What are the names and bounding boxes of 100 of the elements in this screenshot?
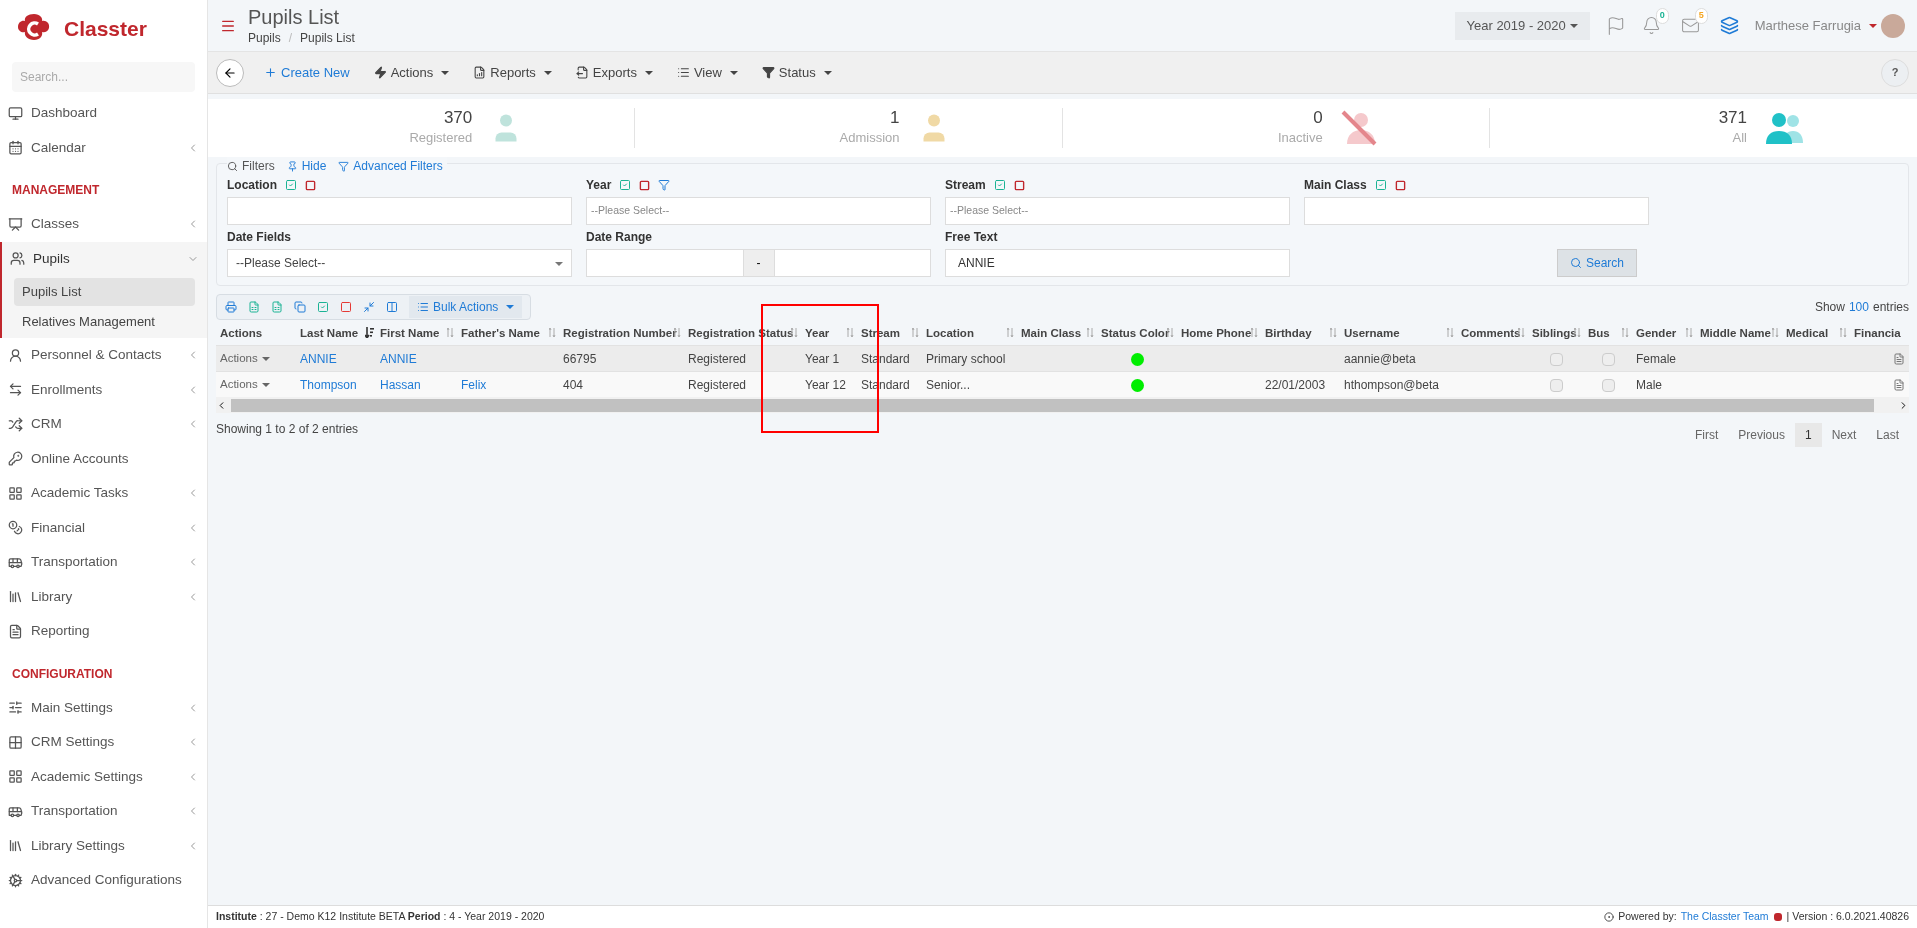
- sidebar-item[interactable]: Reporting: [0, 614, 207, 649]
- column-header[interactable]: Status Color: [1101, 324, 1170, 343]
- spreadsheet-icon[interactable]: [248, 301, 260, 313]
- text-field[interactable]: [1304, 197, 1649, 225]
- name-link[interactable]: ANNIE: [300, 351, 337, 366]
- clear-toggle-icon[interactable]: [1013, 179, 1025, 191]
- breadcrumb-link[interactable]: Pupils List: [300, 28, 355, 47]
- pagination-link[interactable]: First: [1684, 423, 1729, 447]
- name-link[interactable]: Hassan: [380, 377, 421, 392]
- pagination-link[interactable]: Last: [1866, 423, 1909, 447]
- date-to-field[interactable]: [773, 249, 931, 277]
- sidebar-item[interactable]: Academic Tasks: [0, 476, 207, 511]
- sidebar-item[interactable]: Personnel & Contacts: [0, 338, 207, 373]
- document-icon[interactable]: [1893, 353, 1905, 366]
- pagination-link[interactable]: Next: [1821, 423, 1867, 447]
- print-icon[interactable]: [225, 301, 237, 313]
- checkbox[interactable]: [1549, 378, 1563, 392]
- back-button[interactable]: [216, 58, 244, 87]
- document-icon[interactable]: [1893, 379, 1905, 392]
- column-header[interactable]: Registration Number: [563, 324, 677, 343]
- checkbox[interactable]: [1601, 378, 1615, 392]
- sidebar-item[interactable]: CRM Settings: [0, 725, 207, 760]
- column-header[interactable]: Medical: [1786, 324, 1829, 343]
- name-link[interactable]: ANNIE: [380, 351, 417, 366]
- breadcrumb-link[interactable]: Pupils: [248, 28, 281, 47]
- column-header[interactable]: Main Class: [1021, 324, 1082, 343]
- toolbar-button[interactable]: Exports: [563, 62, 665, 83]
- bulk-actions-button[interactable]: Bulk Actions: [409, 296, 523, 318]
- column-header[interactable]: Location: [926, 324, 974, 343]
- toolbar-button[interactable]: Actions: [361, 62, 462, 83]
- column-header[interactable]: First Name: [380, 324, 440, 343]
- sidebar-item[interactable]: Advanced Configurations: [0, 863, 207, 898]
- check-toggle-icon[interactable]: [285, 179, 297, 191]
- select-field[interactable]: --Please Select--: [945, 197, 1290, 225]
- column-header[interactable]: Username: [1344, 324, 1400, 343]
- toolbar-button[interactable]: Status: [749, 62, 844, 83]
- layers-plus-icon[interactable]: [1719, 16, 1739, 35]
- funnel-icon[interactable]: [658, 179, 671, 191]
- sidebar-item[interactable]: Dashboard: [0, 96, 207, 131]
- sidebar-item[interactable]: Pupils: [2, 241, 207, 276]
- clear-toggle-icon[interactable]: [1394, 179, 1406, 191]
- text-field[interactable]: [227, 197, 572, 225]
- name-link[interactable]: Thompson: [300, 377, 357, 392]
- check-toggle-icon[interactable]: [619, 179, 632, 191]
- page-size-select[interactable]: 100: [1848, 298, 1869, 316]
- search-field[interactable]: Search...: [12, 62, 195, 92]
- checkbox[interactable]: [1601, 352, 1615, 366]
- square-icon[interactable]: [340, 301, 352, 313]
- toolbar-button[interactable]: Reports: [461, 62, 564, 83]
- sidebar-item[interactable]: Academic Settings: [0, 759, 207, 794]
- sidebar-item[interactable]: Online Accounts: [0, 441, 207, 476]
- avatar[interactable]: [1881, 13, 1905, 38]
- sidebar-item[interactable]: Main Settings: [0, 690, 207, 725]
- sidebar-item[interactable]: Library: [0, 579, 207, 614]
- clear-toggle-icon[interactable]: [305, 179, 316, 191]
- sidebar-item[interactable]: CRM: [0, 407, 207, 442]
- text-field[interactable]: ANNIE: [945, 249, 1290, 277]
- help-button[interactable]: ?: [1881, 58, 1909, 87]
- filter-link[interactable]: Advanced Filters: [338, 157, 443, 175]
- column-header[interactable]: Financia: [1854, 324, 1901, 343]
- column-header[interactable]: Year: [805, 324, 830, 343]
- sidebar-item[interactable]: Transportation: [0, 794, 207, 829]
- columns-icon[interactable]: [386, 301, 398, 313]
- compress-icon[interactable]: [363, 301, 375, 313]
- name-link[interactable]: Felix: [461, 377, 487, 392]
- date-from-field[interactable]: [586, 249, 744, 277]
- copy-icon[interactable]: [294, 301, 306, 313]
- toolbar-button[interactable]: View: [664, 62, 750, 83]
- mail-icon[interactable]: [1680, 16, 1700, 35]
- pagination-link[interactable]: 1: [1794, 423, 1822, 447]
- sidebar-item[interactable]: Calendar: [0, 130, 207, 165]
- column-header[interactable]: Father's Name: [461, 324, 540, 343]
- spreadsheet-icon[interactable]: [271, 301, 283, 313]
- column-header[interactable]: Middle Name: [1700, 324, 1771, 343]
- filter-link[interactable]: Hide: [286, 157, 327, 175]
- team-link[interactable]: The Classter Team: [1680, 909, 1769, 925]
- dropdown-field[interactable]: --Please Select--: [227, 249, 572, 277]
- column-header[interactable]: Bus: [1588, 324, 1610, 343]
- bell-icon[interactable]: [1641, 16, 1661, 35]
- toolbar-button[interactable]: Create New: [252, 62, 362, 83]
- column-header[interactable]: Actions: [220, 324, 263, 343]
- horizontal-scrollbar[interactable]: [216, 397, 1909, 413]
- sort-icon[interactable]: [365, 327, 374, 338]
- row-actions-button[interactable]: Actions: [220, 352, 270, 365]
- column-header[interactable]: Siblings: [1532, 324, 1577, 343]
- sidebar-item[interactable]: Enrollments: [0, 372, 207, 407]
- check-toggle-icon[interactable]: [993, 179, 1006, 191]
- pagination-link[interactable]: Previous: [1728, 423, 1795, 447]
- column-header[interactable]: Gender: [1636, 324, 1677, 343]
- check-square-icon[interactable]: [317, 301, 329, 313]
- sidebar-subitem[interactable]: Pupils List: [14, 278, 195, 306]
- row-actions-button[interactable]: Actions: [220, 378, 270, 391]
- sidebar-item[interactable]: Financial: [0, 510, 207, 545]
- sidebar-item[interactable]: Transportation: [0, 545, 207, 580]
- column-header[interactable]: Comments: [1461, 324, 1521, 343]
- year-selector[interactable]: Year 2019 - 2020: [1454, 11, 1590, 40]
- sidebar-item[interactable]: Library Settings: [0, 828, 207, 863]
- filter-link[interactable]: Filters: [227, 157, 275, 175]
- column-header[interactable]: Home Phone: [1181, 324, 1252, 343]
- sidebar-item[interactable]: Classes: [0, 207, 207, 242]
